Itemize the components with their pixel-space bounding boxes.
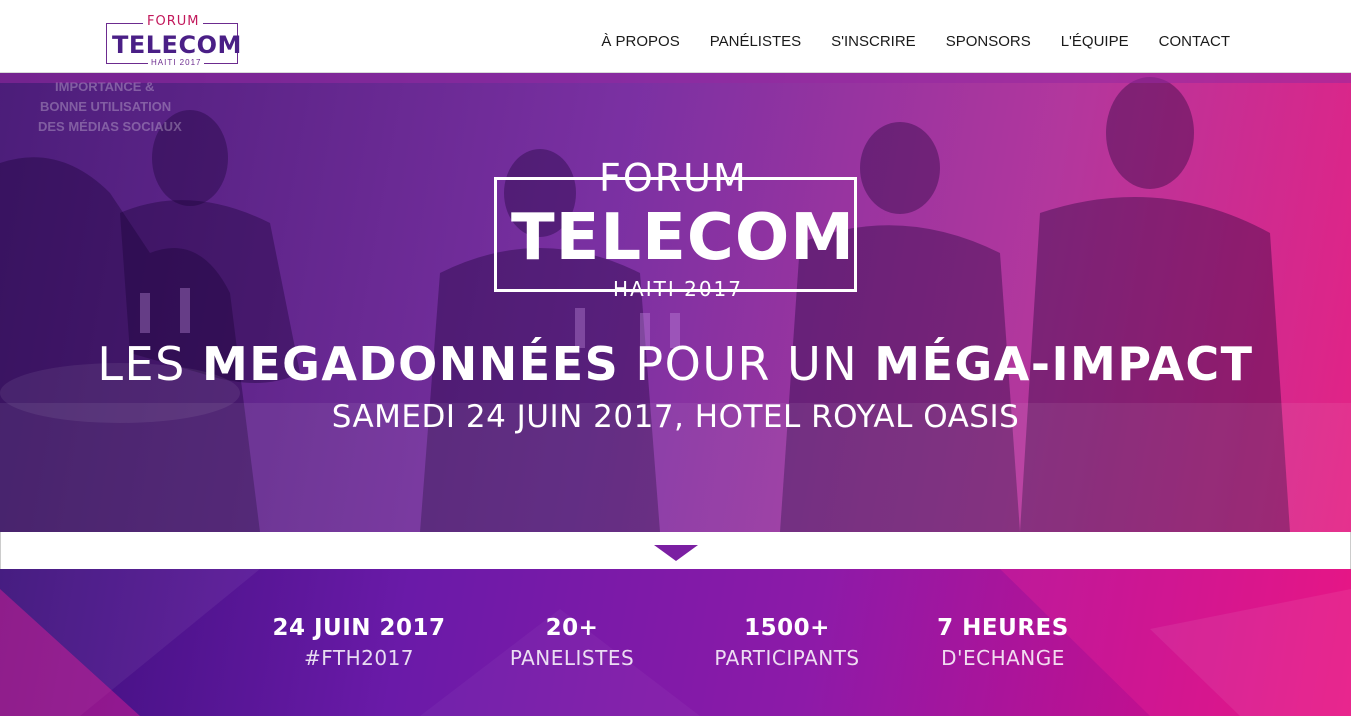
logo-haiti-text: HAITI 2017 [148, 58, 205, 67]
stat-date-hashtag: #FTH2017 [303, 646, 415, 670]
stat-panelists-label: PANELISTES [509, 646, 635, 670]
stat-participants: 1500+ PARTICIPANTS [677, 615, 897, 670]
hero-logo-haiti-text: HAITI 2017 [613, 277, 743, 301]
logo-telecom-text: TELECOM [112, 31, 242, 59]
stat-date: 24 JUIN 2017 #FTH2017 [249, 615, 469, 670]
headline-part-3: POUR UN [619, 337, 875, 391]
nav-about[interactable]: À PROPOS [601, 33, 679, 51]
nav-register[interactable]: S'INSCRIRE [831, 33, 916, 51]
stat-panelists-value: 20+ [545, 615, 599, 641]
stat-participants-label: PARTICIPANTS [714, 646, 860, 670]
logo-forum-text: FORUM [143, 15, 204, 29]
headline-part-1: LES [97, 337, 202, 391]
nav-team[interactable]: L'ÉQUIPE [1061, 33, 1129, 51]
svg-text:DES MÉDIAS SOCIAUX: DES MÉDIAS SOCIAUX [38, 119, 182, 134]
hero-top-strip [0, 73, 1351, 83]
stat-hours: 7 HEURES D'ECHANGE [893, 615, 1113, 670]
nav-panelists[interactable]: PANÉLISTES [710, 33, 801, 51]
main-nav: À PROPOS PANÉLISTES S'INSCRIRE SPONSORS … [571, 33, 1230, 51]
nav-sponsors[interactable]: SPONSORS [946, 33, 1031, 51]
headline-part-4: MÉGA-IMPACT [874, 337, 1254, 391]
stat-participants-value: 1500+ [744, 615, 830, 641]
hero-logo-forum-text: FORUM [599, 156, 748, 200]
svg-text:BONNE UTILISATION: BONNE UTILISATION [40, 99, 171, 114]
site-header: FORUM TELECOM HAITI 2017 À PROPOS PANÉLI… [0, 0, 1351, 73]
stat-panelists: 20+ PANELISTES [462, 615, 682, 670]
hero-event-date-venue: SAMEDI 24 JUIN 2017, HOTEL ROYAL OASIS [331, 399, 1020, 435]
event-stats: 24 JUIN 2017 #FTH2017 20+ PANELISTES 150… [0, 569, 1351, 716]
site-logo[interactable]: FORUM TELECOM HAITI 2017 [106, 14, 242, 67]
stat-hours-label: D'ECHANGE [941, 646, 1065, 670]
stat-hours-value: 7 HEURES [937, 615, 1069, 641]
headline-part-2: MEGADONNÉES [201, 337, 620, 391]
hero-background-photo: IMPORTANCE & BONNE UTILISATION DES MÉDIA… [0, 77, 1351, 532]
hero-headline: LES MEGADONNÉES POUR UN MÉGA-IMPACT [0, 339, 1351, 389]
stat-date-value: 24 JUIN 2017 [272, 615, 446, 641]
scroll-divider [0, 532, 1351, 569]
nav-contact[interactable]: CONTACT [1159, 33, 1230, 51]
scroll-down-arrow-icon[interactable] [654, 545, 698, 561]
hero-logo: FORUM TELECOM HAITI 2017 [493, 156, 859, 301]
hero-banner: IMPORTANCE & BONNE UTILISATION DES MÉDIA… [0, 73, 1351, 532]
hero-logo-telecom-text: TELECOM [511, 201, 855, 275]
